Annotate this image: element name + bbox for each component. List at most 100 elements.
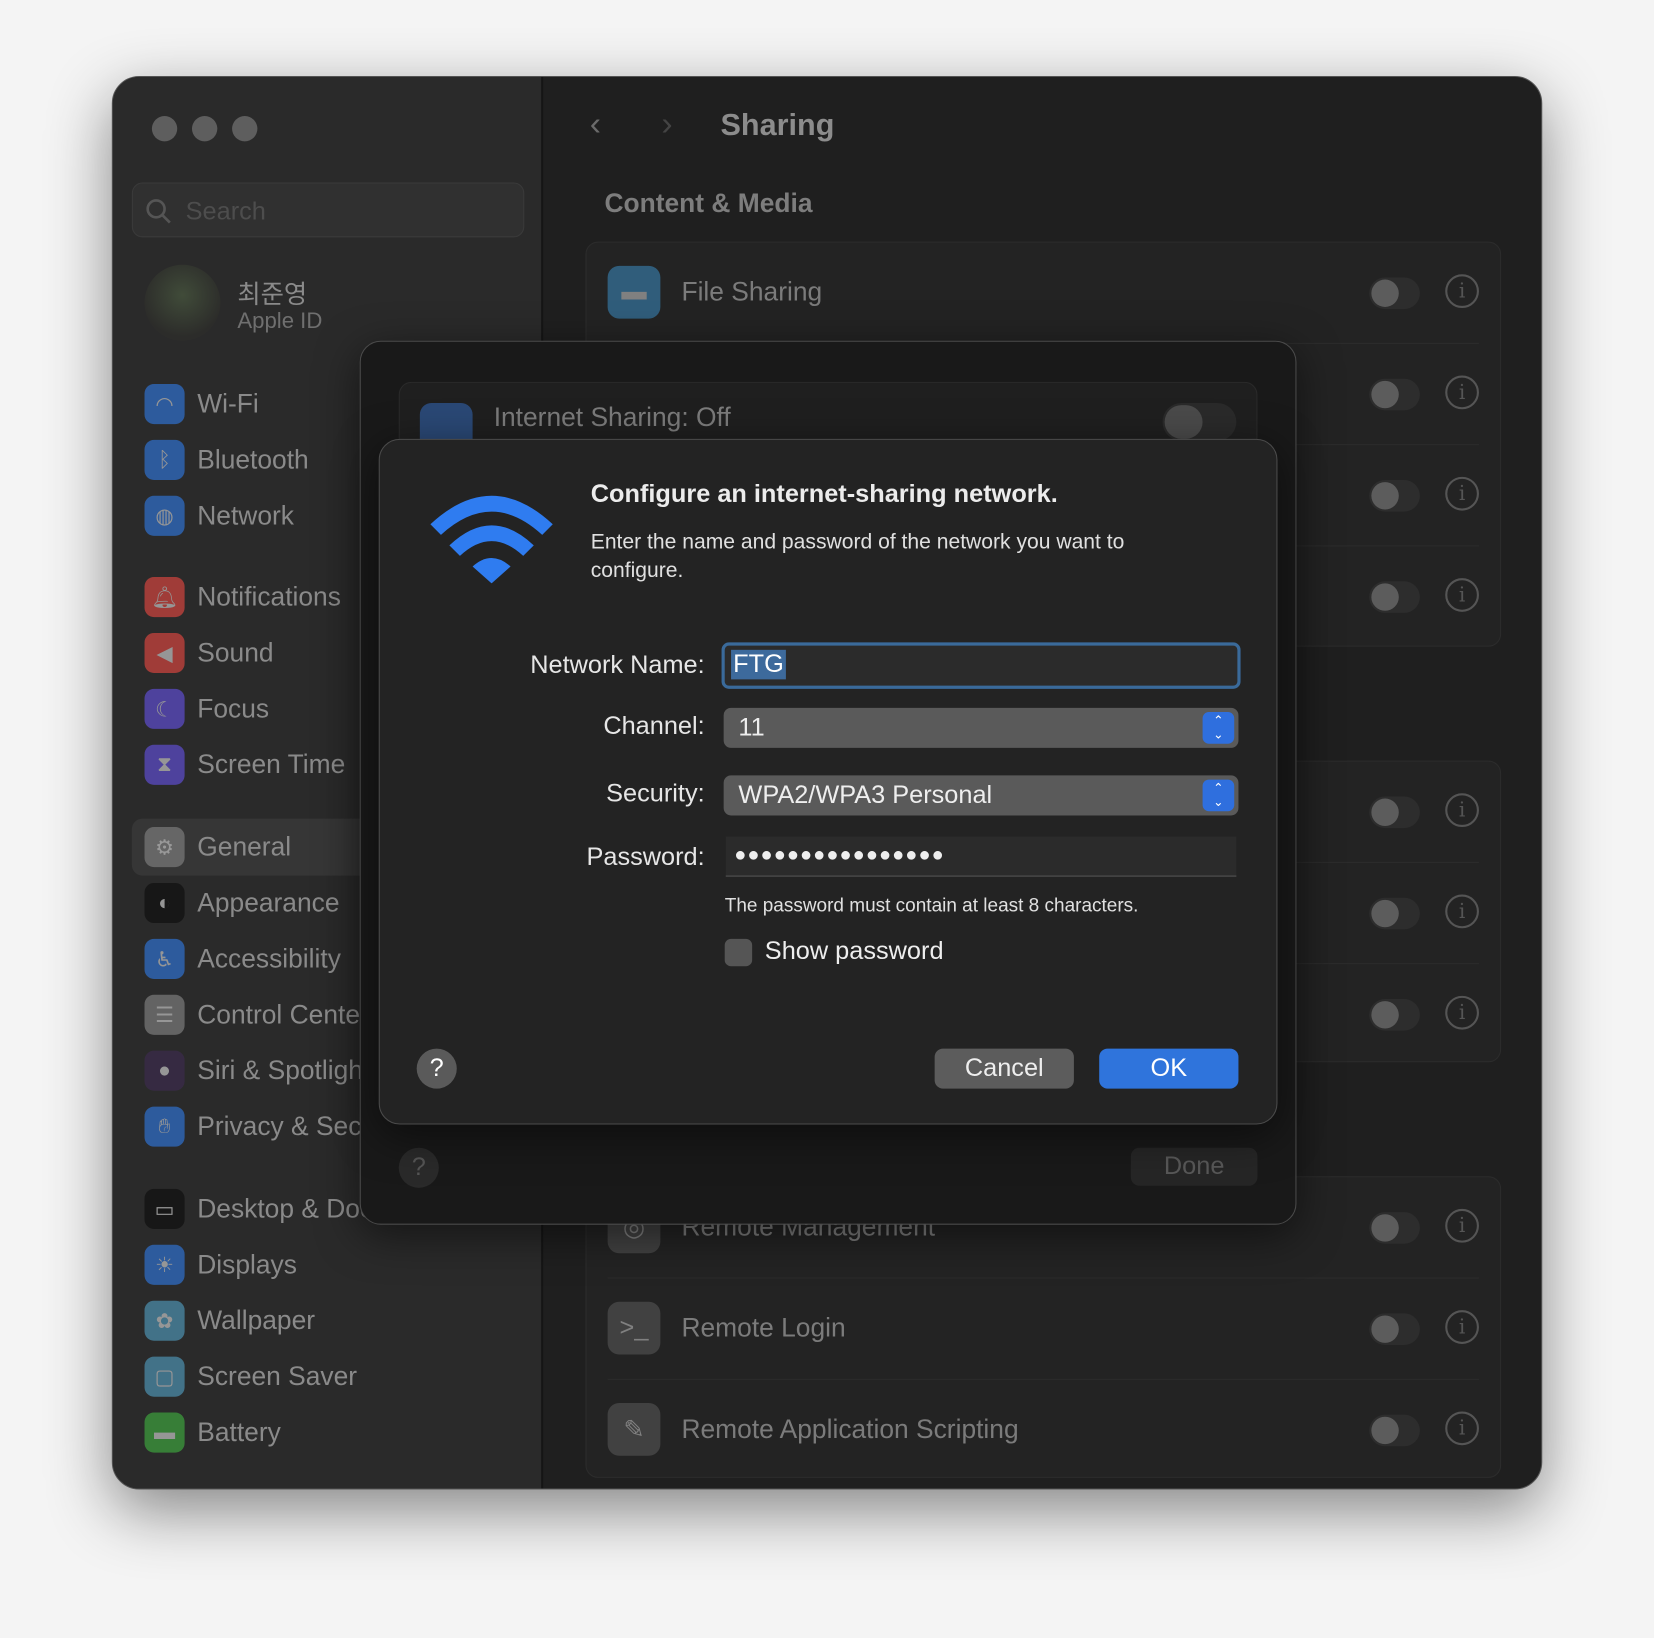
search-input[interactable]: Search xyxy=(131,182,525,238)
sidebar-item-bluetooth[interactable]: ᛒ Bluetooth xyxy=(144,439,309,481)
help-button[interactable]: ? xyxy=(416,1048,457,1089)
info-icon[interactable]: i xyxy=(1445,894,1479,929)
sharing-row-label: Remote Application Scripting xyxy=(681,1414,1019,1445)
channel-label: Channel: xyxy=(603,712,705,741)
sharing-toggle[interactable] xyxy=(1369,277,1420,310)
flower-icon: ✿ xyxy=(144,1300,185,1341)
sidebar-item-general[interactable]: ⚙ General xyxy=(144,826,292,868)
search-placeholder: Search xyxy=(185,197,266,226)
terminal-icon: >_ xyxy=(607,1301,661,1355)
sidebar-item-sound[interactable]: ◀ Sound xyxy=(144,632,274,674)
sidebar-item-battery[interactable]: ▬ Battery xyxy=(144,1411,281,1453)
sidebar-item-label: Displays xyxy=(197,1249,297,1280)
sidebar-item-wi-fi[interactable]: ◠ Wi-Fi xyxy=(144,383,259,425)
gear-icon: ⚙ xyxy=(144,827,185,868)
minimize-button[interactable] xyxy=(191,116,218,142)
back-button[interactable]: ‹ xyxy=(590,104,601,143)
dialog-message: Enter the name and password of the netwo… xyxy=(590,530,1125,583)
show-password-label[interactable]: Show password xyxy=(765,937,944,967)
sidebar-item-label: General xyxy=(197,831,292,862)
channel-select[interactable]: 11 ⌃ ⌄ xyxy=(723,707,1239,748)
info-icon[interactable]: i xyxy=(1445,578,1479,612)
sidebar-item-label: Wi-Fi xyxy=(197,388,259,419)
sidebar-item-network[interactable]: ◍ Network xyxy=(144,495,294,537)
apple-id-label[interactable]: Apple ID xyxy=(237,309,322,334)
sidebar-item-screen-time[interactable]: ⧗ Screen Time xyxy=(144,744,346,786)
chevron-up-down-icon: ⌃ ⌄ xyxy=(1202,779,1235,812)
sidebar-item-label: Screen Saver xyxy=(197,1361,358,1391)
sharing-row: ▬ File Sharing i xyxy=(607,243,1479,344)
sidebar-item-label: Desktop & Dock xyxy=(197,1193,387,1224)
security-label: Security: xyxy=(606,779,705,809)
info-icon[interactable]: i xyxy=(1445,375,1479,410)
sharing-toggle[interactable] xyxy=(1369,1313,1420,1345)
sharing-toggle[interactable] xyxy=(1369,479,1420,512)
cancel-button[interactable]: Cancel xyxy=(934,1048,1074,1089)
sidebar-item-label: Network xyxy=(197,500,294,531)
sidebar-item-label: Screen Time xyxy=(197,749,346,780)
info-icon[interactable]: i xyxy=(1445,995,1479,1030)
info-icon[interactable]: i xyxy=(1445,1310,1479,1344)
sidebar-item-desktop-dock[interactable]: ▭ Desktop & Dock xyxy=(144,1188,387,1230)
show-password-checkbox[interactable] xyxy=(724,938,753,967)
sidebar-item-accessibility[interactable]: ♿︎ Accessibility xyxy=(144,938,341,980)
sidebar-item-label: Bluetooth xyxy=(197,444,309,475)
battery-icon: ▬ xyxy=(144,1412,185,1453)
info-icon[interactable]: i xyxy=(1445,274,1479,309)
sharing-row-label: File Sharing xyxy=(681,277,823,307)
network-name-input[interactable]: FTG xyxy=(721,642,1241,689)
info-icon[interactable]: i xyxy=(1445,476,1479,511)
sidebar-item-appearance[interactable]: ◐ Appearance xyxy=(144,882,339,924)
password-hint: The password must contain at least 8 cha… xyxy=(724,894,1139,916)
info-icon[interactable]: i xyxy=(1445,1411,1479,1446)
sidebar-item-control-center[interactable]: ☰ Control Center xyxy=(144,994,369,1036)
sharing-toggle[interactable] xyxy=(1369,378,1420,411)
sidebar-item-label: Accessibility xyxy=(197,943,341,974)
sidebar-item-label: Notifications xyxy=(197,581,341,612)
chevron-up-down-icon: ⌃ ⌄ xyxy=(1202,712,1235,744)
sidebar-item-focus[interactable]: ☾ Focus xyxy=(144,688,269,730)
search-icon xyxy=(146,199,171,224)
sharing-toggle[interactable] xyxy=(1369,796,1420,829)
sharing-toggle[interactable] xyxy=(1369,581,1420,613)
sharing-toggle[interactable] xyxy=(1369,897,1420,930)
sharing-row: >_ Remote Login i xyxy=(607,1279,1479,1380)
sidebar-item-notifications[interactable]: 🔔︎ Notifications xyxy=(144,576,341,618)
sidebar-item-wallpaper[interactable]: ✿ Wallpaper xyxy=(144,1300,316,1342)
forward-button[interactable]: › xyxy=(661,104,672,143)
configure-network-dialog: Configure an internet-sharing network. E… xyxy=(378,438,1278,1125)
sidebar-item-label: Siri & Spotlight xyxy=(197,1055,371,1085)
sidebar-item-label: Sound xyxy=(197,637,274,668)
done-button[interactable]: Done xyxy=(1130,1147,1258,1186)
zoom-button[interactable] xyxy=(232,116,258,142)
bluetooth-icon: ᛒ xyxy=(144,439,185,480)
siri-icon: ● xyxy=(144,1050,185,1091)
sidebar-item-displays[interactable]: ☀ Displays xyxy=(144,1244,297,1286)
sidebar-item-siri-spotlight[interactable]: ● Siri & Spotlight xyxy=(144,1050,371,1092)
internet-sharing-label: Internet Sharing: Off xyxy=(493,402,731,433)
sharing-row: ✎ Remote Application Scripting i xyxy=(607,1380,1479,1481)
sharing-toggle[interactable] xyxy=(1369,1414,1420,1447)
password-input[interactable]: ●●●●●●●●●●●●●●●● xyxy=(725,836,1237,877)
info-icon[interactable]: i xyxy=(1445,793,1479,828)
close-button[interactable] xyxy=(151,116,178,142)
avatar[interactable] xyxy=(144,264,221,341)
security-select[interactable]: WPA2/WPA3 Personal ⌃ ⌄ xyxy=(723,775,1239,816)
info-icon[interactable]: i xyxy=(1445,1208,1479,1243)
ok-button[interactable]: OK xyxy=(1099,1048,1239,1089)
section-title: Content & Media xyxy=(604,188,813,219)
sharing-toggle[interactable] xyxy=(1369,1212,1420,1244)
sidebar-item-label: Control Center xyxy=(197,999,369,1030)
password-label: Password: xyxy=(586,842,705,872)
sheet-help-button[interactable]: ? xyxy=(398,1147,439,1188)
wifi-icon: ◠ xyxy=(144,383,185,425)
sidebar-item-label: Wallpaper xyxy=(197,1305,316,1335)
sidebar-item-screen-saver[interactable]: ▢ Screen Saver xyxy=(144,1356,358,1398)
sidebar-item-label: Battery xyxy=(197,1417,281,1447)
sharing-toggle[interactable] xyxy=(1369,998,1420,1031)
hand-icon: ✋︎ xyxy=(144,1106,185,1147)
user-name[interactable]: 최준영 xyxy=(237,273,307,310)
internet-sharing-toggle[interactable] xyxy=(1162,402,1237,441)
bell-icon: 🔔︎ xyxy=(144,577,185,618)
sharing-row-label: Remote Login xyxy=(681,1313,846,1343)
